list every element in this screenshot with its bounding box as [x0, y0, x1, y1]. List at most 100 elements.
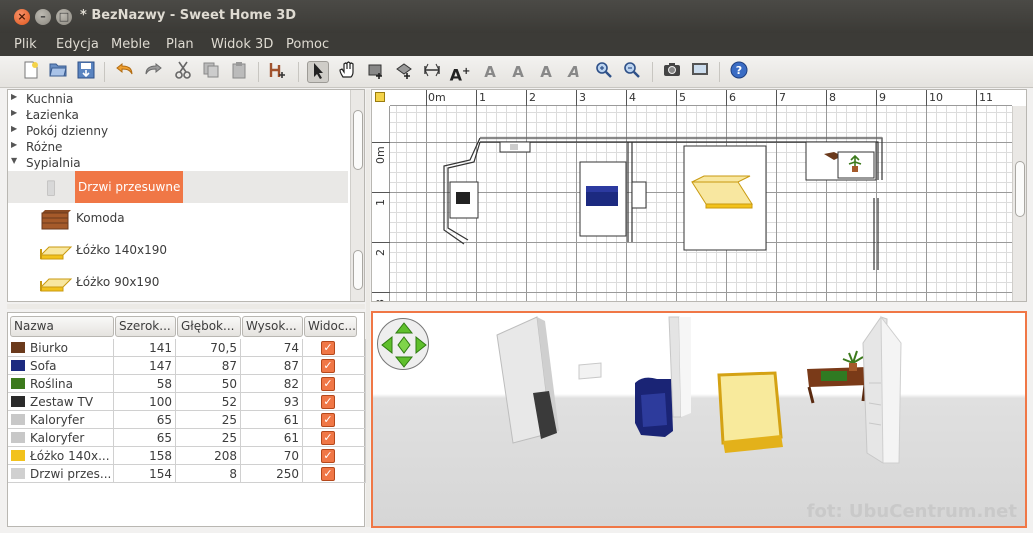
column-header-visible[interactable]: Widoc...: [304, 316, 357, 337]
cell-depth: 25: [176, 411, 241, 429]
table-row[interactable]: Biurko 141 70,5 74 ✓: [8, 339, 366, 357]
table-row[interactable]: Zestaw TV 100 52 93 ✓: [8, 393, 366, 411]
3d-scene[interactable]: [373, 313, 1025, 526]
zoom-in-icon[interactable]: [593, 61, 615, 83]
column-header-depth[interactable]: Głębok...: [177, 316, 241, 337]
navigation-arrows[interactable]: [377, 318, 429, 370]
menu-plik[interactable]: Plik: [14, 37, 37, 52]
splitter-vertical[interactable]: [366, 89, 370, 527]
menu-pomoc[interactable]: Pomoc: [286, 37, 329, 52]
visible-checkbox[interactable]: ✓: [321, 449, 335, 463]
expand-arrow-icon[interactable]: ▶: [11, 124, 17, 133]
catalog-item[interactable]: Łóżko 140x190: [8, 235, 348, 267]
cell-height: 61: [241, 429, 303, 447]
menu-plan[interactable]: Plan: [166, 37, 194, 52]
pan-icon[interactable]: [336, 61, 358, 83]
visible-checkbox[interactable]: ✓: [321, 467, 335, 481]
new-icon[interactable]: [20, 61, 42, 83]
3d-view[interactable]: fot: UbuCentrum.net: [371, 311, 1027, 528]
table-row[interactable]: Roślina 58 50 82 ✓: [8, 375, 366, 393]
menu-meble[interactable]: Meble: [111, 37, 150, 52]
redo-icon[interactable]: [142, 61, 164, 83]
visible-checkbox[interactable]: ✓: [321, 341, 335, 355]
visible-checkbox[interactable]: ✓: [321, 395, 335, 409]
cell-name: Kaloryfer: [8, 429, 114, 447]
undo-icon[interactable]: [114, 61, 136, 83]
cell-width: 65: [114, 411, 176, 429]
table-row[interactable]: Łóżko 140x... 158 208 70 ✓: [8, 447, 366, 465]
cell-visible: ✓: [303, 393, 366, 411]
cell-height: 93: [241, 393, 303, 411]
close-window-button[interactable]: ×: [14, 9, 30, 25]
text-style-icon[interactable]: A: [479, 61, 501, 83]
cell-width: 154: [114, 465, 176, 483]
expand-arrow-icon[interactable]: ▶: [11, 92, 17, 101]
photo-icon[interactable]: [661, 61, 683, 83]
furniture-table[interactable]: Nazwa Szerok... Głębok... Wysok... Widoc…: [7, 312, 366, 527]
save-icon[interactable]: [75, 61, 97, 83]
menu-edycja[interactable]: Edycja: [56, 37, 99, 52]
catalog-item[interactable]: Komoda: [8, 203, 348, 235]
table-row[interactable]: Kaloryfer 65 25 61 ✓: [8, 429, 366, 447]
add-furniture-icon[interactable]: [266, 61, 288, 83]
cell-visible: ✓: [303, 339, 366, 357]
plan-view[interactable]: 0m 1 2 3 4 5 6 7 8 9 10 11 0m 1 2 3: [371, 89, 1027, 302]
copy-icon[interactable]: [200, 61, 222, 83]
column-header-name[interactable]: Nazwa: [10, 316, 114, 337]
maximize-window-button[interactable]: □: [56, 9, 72, 25]
cell-visible: ✓: [303, 411, 366, 429]
cell-name: Drzwi przes...: [8, 465, 114, 483]
text-style-2-icon[interactable]: A: [507, 61, 529, 83]
catalog-item[interactable]: Drzwi przesuwne: [8, 171, 348, 203]
paste-icon[interactable]: [228, 61, 250, 83]
table-row[interactable]: Sofa 147 87 87 ✓: [8, 357, 366, 375]
text-bold-icon[interactable]: A: [535, 61, 557, 83]
create-rooms-icon[interactable]: [393, 61, 415, 83]
scrollbar-thumb-lower[interactable]: [353, 250, 363, 290]
visible-checkbox[interactable]: ✓: [321, 359, 335, 373]
bed-icon: [39, 246, 73, 260]
table-row[interactable]: Drzwi przes... 154 8 250 ✓: [8, 465, 366, 483]
catalog-scrollbar[interactable]: [350, 90, 364, 301]
cell-depth: 52: [176, 393, 241, 411]
zoom-out-icon[interactable]: [621, 61, 643, 83]
menu-widok-3d[interactable]: Widok 3D: [211, 37, 273, 52]
cut-icon[interactable]: [172, 61, 194, 83]
cell-depth: 208: [176, 447, 241, 465]
table-row[interactable]: Kaloryfer 65 25 61 ✓: [8, 411, 366, 429]
title-bar: × – □ * BezNazwy - Sweet Home 3D: [0, 0, 1033, 33]
expand-arrow-icon[interactable]: ▶: [11, 108, 17, 117]
add-text-icon[interactable]: A+: [449, 61, 471, 84]
furniture-catalog[interactable]: ▶ Kuchnia ▶ Łazienka ▶ Pokój dzienny ▶ R…: [7, 89, 365, 302]
expand-arrow-icon[interactable]: ▶: [11, 140, 17, 149]
scrollbar-thumb[interactable]: [1015, 161, 1025, 217]
plan-scrollbar-vertical[interactable]: [1012, 106, 1026, 301]
scrollbar-thumb[interactable]: [353, 110, 363, 170]
cell-name: Biurko: [8, 339, 114, 357]
create-dimensions-icon[interactable]: [421, 61, 443, 83]
visible-checkbox[interactable]: ✓: [321, 431, 335, 445]
window-title: * BezNazwy - Sweet Home 3D: [80, 8, 297, 23]
text-italic-icon[interactable]: A: [563, 61, 585, 83]
cell-width: 158: [114, 447, 176, 465]
help-icon[interactable]: ?: [728, 61, 750, 83]
cell-visible: ✓: [303, 375, 366, 393]
dresser-icon: [41, 210, 71, 230]
collapse-arrow-icon[interactable]: ▼: [11, 156, 17, 165]
splitter-left[interactable]: [7, 304, 365, 309]
select-icon[interactable]: [307, 61, 329, 83]
cell-name: Sofa: [8, 357, 114, 375]
visible-checkbox[interactable]: ✓: [321, 377, 335, 391]
catalog-item[interactable]: Łóżko 90x190: [8, 267, 348, 299]
minimize-window-button[interactable]: –: [35, 9, 51, 25]
create-walls-icon[interactable]: [365, 61, 387, 83]
column-header-height[interactable]: Wysok...: [242, 316, 303, 337]
cell-name: Kaloryfer: [8, 411, 114, 429]
cell-width: 58: [114, 375, 176, 393]
visible-checkbox[interactable]: ✓: [321, 413, 335, 427]
floor-plan-drawing[interactable]: [372, 90, 1012, 302]
column-header-width[interactable]: Szerok...: [115, 316, 176, 337]
video-icon[interactable]: [689, 61, 711, 83]
cell-depth: 70,5: [176, 339, 241, 357]
open-icon[interactable]: [47, 61, 69, 83]
